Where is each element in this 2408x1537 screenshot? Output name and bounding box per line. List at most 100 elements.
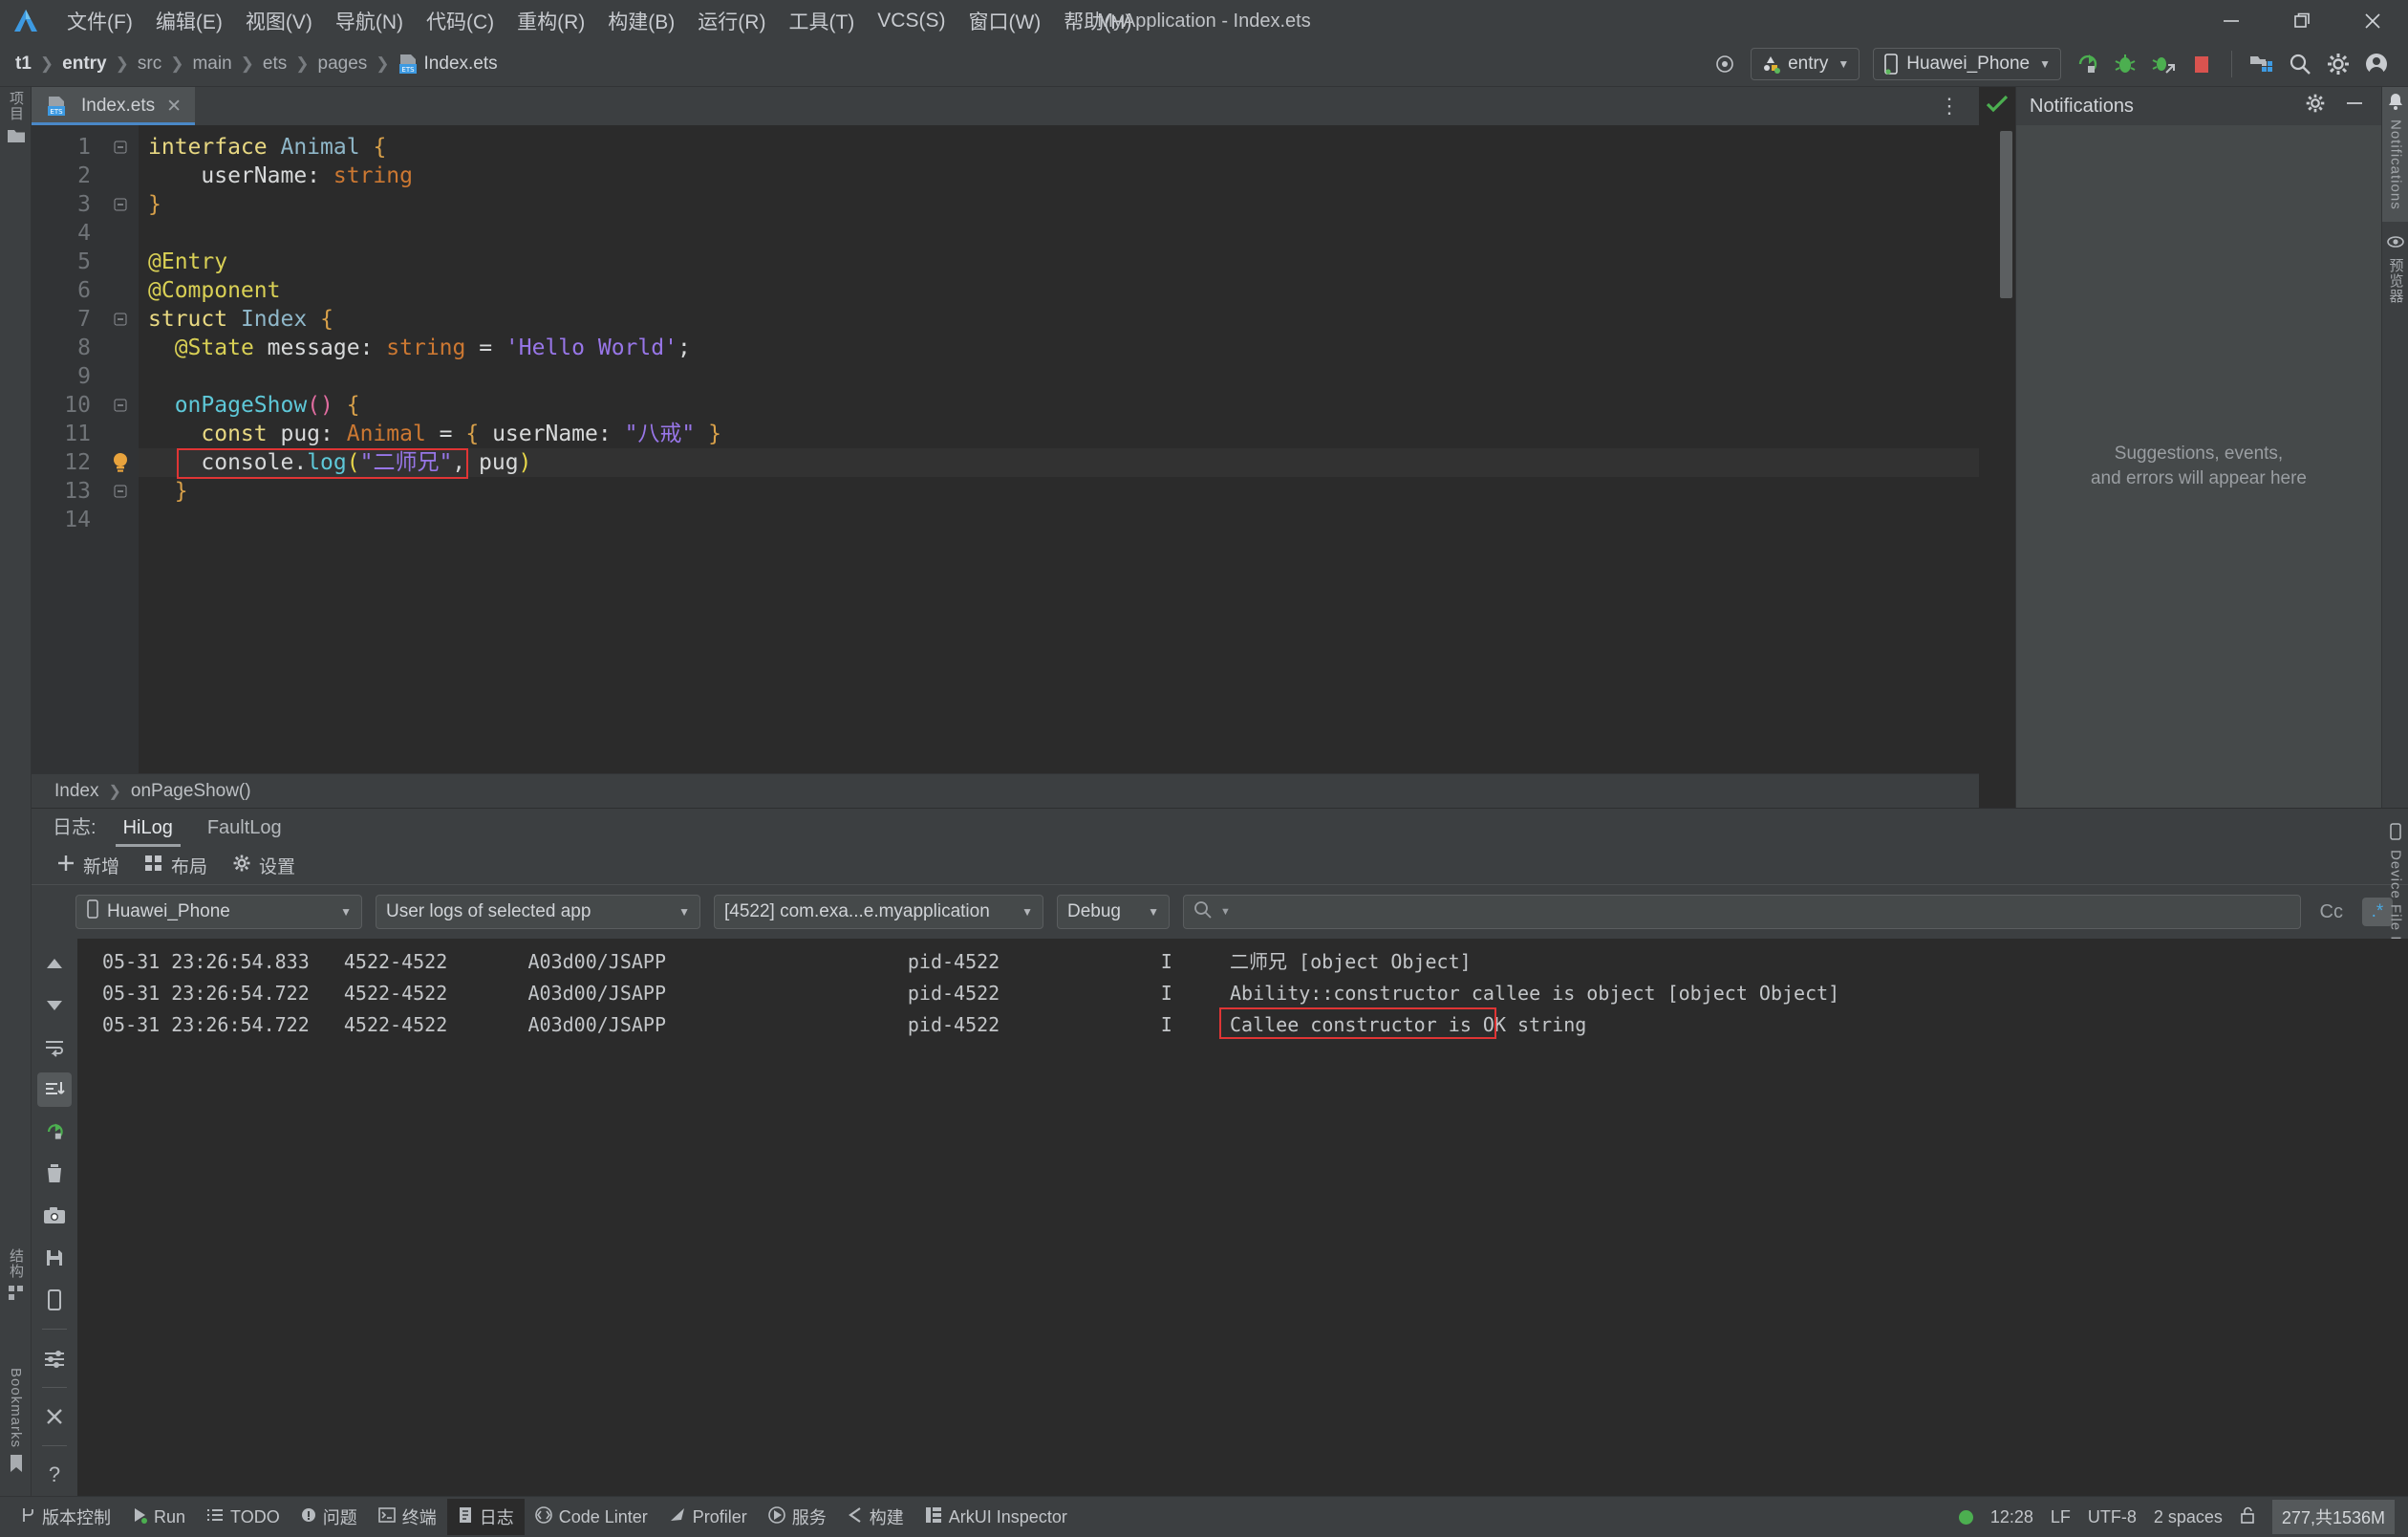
scroll-to-end-icon[interactable]: [37, 1072, 72, 1107]
editor-breadcrumb-index[interactable]: Index: [54, 781, 98, 802]
process-select[interactable]: [4522] com.exa...e.myapplication ▼: [714, 895, 1043, 929]
code-line-12[interactable]: console.log("二师兄", pug): [139, 448, 1979, 477]
match-case-button[interactable]: Cc: [2314, 901, 2349, 923]
settings-gear-icon[interactable]: [2305, 93, 2326, 119]
code-line-7[interactable]: struct Index {: [139, 305, 1979, 334]
log-level-select[interactable]: Debug ▼: [1057, 895, 1170, 929]
code-text[interactable]: interface Animal { userName: string} @En…: [139, 125, 1979, 773]
code-line-13[interactable]: }: [139, 477, 1979, 506]
code-line-1[interactable]: interface Animal {: [139, 133, 1979, 162]
restore-icon[interactable]: [2267, 0, 2337, 42]
scroll-down-icon[interactable]: [37, 988, 72, 1023]
run-configuration-selector[interactable]: entry ▼: [1751, 48, 1860, 80]
code-line-3[interactable]: }: [139, 190, 1979, 219]
log-row[interactable]: 05-31 23:26:54.833 4522-4522 A03d00/JSAP…: [77, 946, 2408, 978]
more-options-icon[interactable]: ⋮: [1922, 87, 1979, 125]
code-line-8[interactable]: @State message: string = 'Hello World';: [139, 334, 1979, 362]
code-line-14[interactable]: [139, 506, 1979, 534]
stop-icon[interactable]: [2183, 46, 2220, 82]
fold-marker-line10[interactable]: [102, 391, 139, 420]
log-output-list[interactable]: 05-31 23:26:54.833 4522-4522 A03d00/JSAP…: [77, 939, 2408, 1496]
fold-marker-line13[interactable]: [102, 477, 139, 506]
tab-hilog[interactable]: HiLog: [106, 817, 190, 847]
status-services[interactable]: 服务: [758, 1499, 837, 1535]
editor-scrollbar-thumb[interactable]: [2000, 131, 2012, 298]
rail-structure[interactable]: 结构: [0, 1248, 32, 1306]
breadcrumb-item-main[interactable]: main: [188, 54, 235, 75]
lightbulb-icon[interactable]: [102, 448, 139, 477]
code-line-6[interactable]: @Component: [139, 276, 1979, 305]
menu-window[interactable]: 窗口(W): [957, 4, 1052, 38]
editor-breadcrumb-onpageshow[interactable]: onPageShow(): [131, 781, 251, 802]
code-line-2[interactable]: userName: string: [139, 162, 1979, 190]
filter-settings-icon[interactable]: [37, 1341, 72, 1375]
breadcrumb-item-pages[interactable]: pages: [314, 54, 372, 75]
status-arkui-inspector[interactable]: ArkUI Inspector: [914, 1501, 1078, 1534]
breadcrumb-item-entry[interactable]: entry: [58, 54, 110, 75]
menu-help[interactable]: 帮助(H): [1052, 4, 1143, 38]
fold-marker-line7[interactable]: [102, 305, 139, 334]
status-todo[interactable]: TODO: [196, 1502, 290, 1533]
code-line-11[interactable]: const pug: Animal = { userName: "八戒" }: [139, 420, 1979, 448]
status-version-control[interactable]: 版本控制: [10, 1499, 121, 1535]
status-run[interactable]: Run: [121, 1501, 196, 1534]
close-icon[interactable]: [37, 1399, 72, 1434]
target-icon[interactable]: [1707, 46, 1743, 82]
status-build[interactable]: 构建: [837, 1499, 914, 1535]
rail-project[interactable]: 项目: [0, 91, 32, 148]
menu-refactor[interactable]: 重构(R): [505, 4, 596, 38]
fold-marker-line3[interactable]: [102, 190, 139, 219]
run-icon[interactable]: [2069, 46, 2105, 82]
indent-setting[interactable]: 2 spaces: [2154, 1507, 2223, 1527]
menu-code[interactable]: 代码(C): [415, 4, 505, 38]
settings-gear-icon[interactable]: [2320, 46, 2356, 82]
layout-button[interactable]: 布局: [144, 853, 207, 878]
breadcrumb-item-t1[interactable]: t1: [11, 54, 35, 75]
attach-debugger-icon[interactable]: [2145, 46, 2182, 82]
status-code-linter[interactable]: Code Linter: [525, 1501, 658, 1534]
search-icon[interactable]: [2282, 46, 2318, 82]
debug-icon[interactable]: [2107, 46, 2143, 82]
menu-view[interactable]: 视图(V): [234, 4, 324, 38]
log-row[interactable]: 05-31 23:26:54.722 4522-4522 A03d00/JSAP…: [77, 978, 2408, 1009]
code-line-4[interactable]: [139, 219, 1979, 248]
unlocked-icon[interactable]: [2240, 1506, 2255, 1528]
account-avatar-icon[interactable]: [2358, 46, 2395, 82]
code-line-5[interactable]: @Entry: [139, 248, 1979, 276]
memory-indicator[interactable]: 277,共1536M: [2272, 1500, 2395, 1534]
scroll-up-icon[interactable]: [37, 946, 72, 981]
menu-vcs[interactable]: VCS(S): [866, 7, 957, 35]
code-line-10[interactable]: onPageShow() {: [139, 391, 1979, 420]
ok-check-icon[interactable]: [1985, 93, 2010, 120]
fold-marker-line1[interactable]: [102, 133, 139, 162]
rail-bookmarks[interactable]: Bookmarks: [0, 1368, 32, 1477]
menu-build[interactable]: 构建(B): [596, 4, 686, 38]
close-icon[interactable]: ✕: [166, 96, 182, 118]
breadcrumb-item-file[interactable]: ETS Index.ets: [395, 54, 502, 75]
screenshot-icon[interactable]: [37, 1199, 72, 1233]
close-icon[interactable]: [2337, 0, 2408, 42]
device-filter-select[interactable]: Huawei_Phone ▼: [75, 895, 362, 929]
file-encoding[interactable]: UTF-8: [2088, 1507, 2137, 1527]
rail-previewer[interactable]: 预览器: [2382, 235, 2408, 304]
status-terminal[interactable]: 终端: [368, 1499, 447, 1535]
breadcrumb-item-ets[interactable]: ets: [259, 54, 290, 75]
restart-icon[interactable]: [37, 1115, 72, 1149]
caret-position[interactable]: 12:28: [1990, 1507, 2033, 1527]
status-problems[interactable]: 问题: [290, 1499, 368, 1535]
menu-navigate[interactable]: 导航(N): [324, 4, 415, 38]
minimize-icon[interactable]: [2196, 0, 2267, 42]
menu-file[interactable]: 文件(F): [55, 4, 144, 38]
line-separator[interactable]: LF: [2051, 1507, 2071, 1527]
menu-edit[interactable]: 编辑(E): [144, 4, 234, 38]
minimize-icon[interactable]: [2335, 94, 2374, 119]
save-icon[interactable]: [37, 1241, 72, 1275]
log-search-input[interactable]: ▼: [1183, 895, 2301, 929]
settings-button[interactable]: 设置: [232, 853, 295, 878]
code-line-9[interactable]: [139, 362, 1979, 391]
menu-run[interactable]: 运行(R): [686, 4, 777, 38]
soft-wrap-icon[interactable]: [37, 1030, 72, 1065]
rail-notifications[interactable]: Notifications: [2382, 87, 2408, 222]
status-profiler[interactable]: Profiler: [658, 1501, 758, 1534]
add-log-button[interactable]: 新增: [56, 853, 119, 878]
